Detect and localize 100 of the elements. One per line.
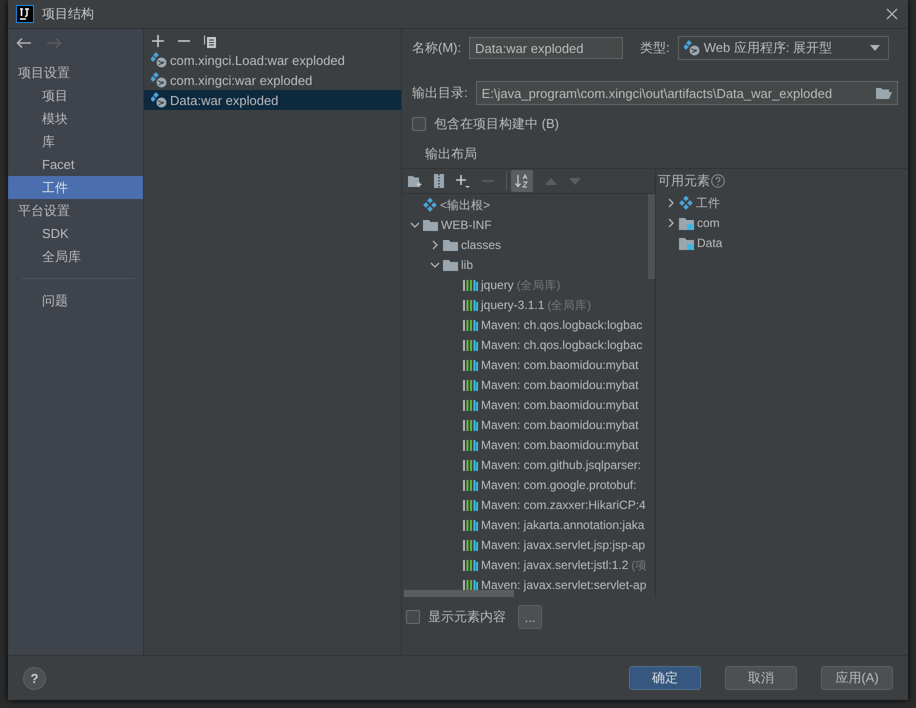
library-icon xyxy=(463,479,478,491)
folder-icon xyxy=(679,236,694,250)
library-icon xyxy=(463,459,478,471)
sort-icon xyxy=(515,174,529,188)
chevron-icon[interactable] xyxy=(666,218,676,228)
folder-icon xyxy=(443,239,458,251)
chevron-icon[interactable] xyxy=(430,260,440,270)
output-path-field[interactable]: E:\java_program\com.xingci\out\artifacts\Data_war_exploded xyxy=(476,81,898,105)
tab-label[interactable]: 输出布局 xyxy=(402,140,477,168)
checkbox-label: 显示元素内容 xyxy=(428,608,506,626)
scrollbar[interactable] xyxy=(404,590,514,597)
sort-button[interactable] xyxy=(511,170,533,192)
tree-item[interactable]: jquery-3.1.1 xyxy=(481,298,544,312)
field-label: 输出目录: xyxy=(412,84,468,102)
chevron-icon[interactable] xyxy=(430,240,440,250)
tree-item[interactable]: Maven: javax.servlet:servlet-ap xyxy=(481,578,646,592)
help-icon xyxy=(711,174,725,188)
library-icon xyxy=(463,579,478,591)
tree-item[interactable]: classes xyxy=(461,238,502,252)
web-artifact-icon xyxy=(684,40,700,56)
tree-item-note: (全局库) xyxy=(516,278,560,292)
web-artifact-icon xyxy=(151,72,167,88)
folder-open-icon[interactable] xyxy=(876,87,892,99)
tree-item[interactable]: Maven: com.zaxxer:HikariCP:4 xyxy=(481,498,646,512)
add-icon[interactable] xyxy=(152,35,164,47)
tree-item[interactable]: Maven: jakarta.annotation:jaka xyxy=(481,518,644,532)
library-icon xyxy=(463,499,478,511)
archive-icon[interactable] xyxy=(434,174,444,188)
tree-item[interactable]: Maven: com.baomidou:mybat xyxy=(481,358,638,372)
tree-item[interactable]: com xyxy=(697,216,720,230)
tree-item[interactable]: Maven: javax.servlet:jstl:1.2 xyxy=(481,558,628,572)
help-button[interactable]: ? xyxy=(23,666,46,690)
section-heading: 平台设置 xyxy=(17,202,71,220)
chevron-icon[interactable] xyxy=(410,220,420,230)
library-icon xyxy=(463,299,478,311)
library-icon xyxy=(463,419,478,431)
tree-item[interactable]: Maven: com.baomidou:mybat xyxy=(481,438,638,452)
sidebar-item[interactable]: 工件 xyxy=(8,176,143,199)
tree-item[interactable]: Maven: ch.qos.logback:logbac xyxy=(481,318,642,332)
sidebar-item[interactable]: 全局库 xyxy=(8,245,143,268)
copy-icon[interactable] xyxy=(204,34,216,48)
dropdown-arrow-icon xyxy=(870,45,880,51)
more-button[interactable]: ... xyxy=(518,605,542,629)
artifact-item[interactable]: com.xingci.Load:war exploded xyxy=(144,50,401,70)
dialog-button[interactable]: 应用(A) xyxy=(821,666,893,690)
checkbox[interactable] xyxy=(406,610,420,624)
field-label: 名称(M): xyxy=(412,39,462,57)
chevron-icon[interactable] xyxy=(666,198,676,208)
library-icon xyxy=(463,439,478,451)
library-icon xyxy=(463,339,478,351)
tree-item[interactable]: Maven: com.github.jsqlparser: xyxy=(481,458,642,472)
web-artifact-icon xyxy=(151,52,167,68)
sidebar-item[interactable]: Facet xyxy=(8,153,143,176)
close-icon[interactable] xyxy=(886,8,898,20)
dialog-button[interactable]: 确定 xyxy=(629,666,701,690)
checkbox[interactable] xyxy=(412,117,426,131)
artifact-item[interactable]: com.xingci:war exploded xyxy=(144,70,401,90)
library-icon xyxy=(463,379,478,391)
tree-item[interactable]: jquery xyxy=(481,278,514,292)
sidebar-item[interactable]: 问题 xyxy=(8,289,143,312)
folder-icon xyxy=(679,216,694,230)
tree-item[interactable]: Maven: ch.qos.logback:logbac xyxy=(481,338,642,352)
folder-icon xyxy=(443,259,458,271)
name-field[interactable]: Data:war exploded xyxy=(469,37,624,59)
checkbox-label: 包含在项目构建中 (B) xyxy=(434,115,559,133)
tree-item[interactable]: WEB-INF xyxy=(441,218,492,232)
tree-item[interactable]: Maven: com.baomidou:mybat xyxy=(481,418,638,432)
tree-item[interactable]: Maven: com.baomidou:mybat xyxy=(481,398,638,412)
library-icon xyxy=(463,559,478,571)
sidebar-item[interactable]: 模块 xyxy=(8,107,143,130)
sidebar-item[interactable]: 项目 xyxy=(8,84,143,107)
panel-title: 可用元素 xyxy=(658,172,710,190)
library-icon xyxy=(463,319,478,331)
scrollbar[interactable] xyxy=(648,194,655,279)
tree-item-note: (项 xyxy=(631,558,648,572)
library-icon xyxy=(463,539,478,551)
tree-item[interactable]: Maven: com.google.protobuf: xyxy=(481,478,636,492)
tree-item[interactable]: lib xyxy=(461,258,474,272)
sidebar-item[interactable]: 库 xyxy=(8,130,143,153)
tree-item[interactable]: Maven: javax.servlet.jsp:jsp-ap xyxy=(481,538,646,552)
dialog-button[interactable]: 取消 xyxy=(725,666,797,690)
type-dropdown[interactable]: Web 应用程序: 展开型 xyxy=(678,36,889,60)
back-arrow-icon[interactable] xyxy=(16,37,32,49)
add-dropdown-icon[interactable] xyxy=(456,174,470,188)
diamond-cluster-icon xyxy=(679,196,693,210)
app-logo-icon xyxy=(16,5,34,23)
new-folder-icon[interactable] xyxy=(408,175,422,187)
sidebar-item[interactable]: SDK xyxy=(8,222,143,245)
library-icon xyxy=(463,399,478,411)
tree-item[interactable]: Data xyxy=(697,236,722,250)
diamond-cluster-icon xyxy=(423,198,437,212)
web-artifact-icon xyxy=(151,92,167,108)
tree-item[interactable]: Maven: com.baomidou:mybat xyxy=(481,378,638,392)
folder-icon xyxy=(423,219,438,231)
library-icon xyxy=(463,359,478,371)
artifact-item[interactable]: Data:war exploded xyxy=(144,90,401,110)
library-icon xyxy=(463,519,478,531)
tree-item[interactable]: <输出根> xyxy=(440,196,490,214)
window-title: 项目结构 xyxy=(42,5,94,23)
tree-item[interactable]: 工件 xyxy=(696,194,720,212)
